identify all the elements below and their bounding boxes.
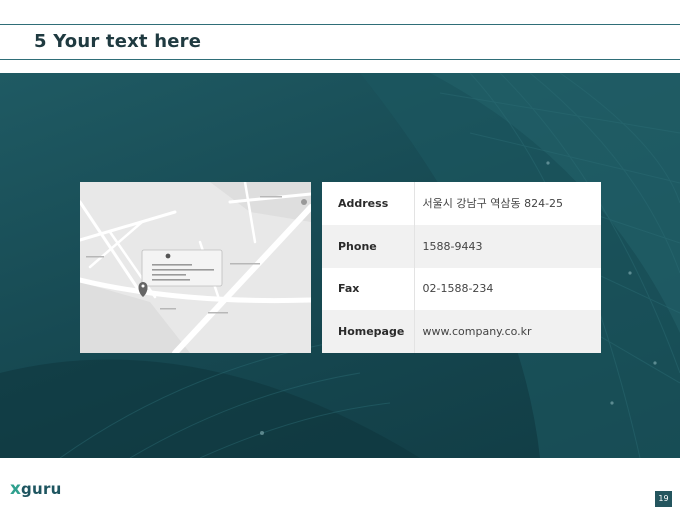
location-map[interactable]	[80, 182, 311, 353]
fax-value: 02-1588-234	[422, 282, 494, 296]
page-title: 5 Your text here	[34, 31, 202, 52]
address-label: Address	[322, 182, 415, 225]
map-graphic	[80, 182, 311, 353]
homepage-link[interactable]: www.company.co.kr	[414, 310, 601, 353]
fax-label: Fax	[322, 267, 415, 311]
table-row: Address 서울시 강남구 역삼동 824-25	[322, 182, 601, 225]
logo-mark-icon: x	[10, 479, 21, 499]
address-value: 서울시 강남구 역삼동 824-25	[422, 197, 564, 211]
table-row: Fax 02-1588-234	[322, 267, 601, 311]
phone-label: Phone	[322, 224, 415, 268]
title-divider	[0, 59, 680, 60]
page-number-badge: 19	[655, 491, 672, 507]
guru-logo: x guru	[10, 479, 62, 499]
table-row: Phone 1588-9443	[322, 224, 601, 268]
contact-info-table: Address 서울시 강남구 역삼동 824-25 Phone 1588-94…	[322, 182, 601, 353]
homepage-label: Homepage	[322, 310, 415, 353]
phone-value: 1588-9443	[414, 224, 601, 268]
table-row: Homepage www.company.co.kr	[322, 310, 601, 353]
logo-wordmark: guru	[20, 480, 62, 498]
